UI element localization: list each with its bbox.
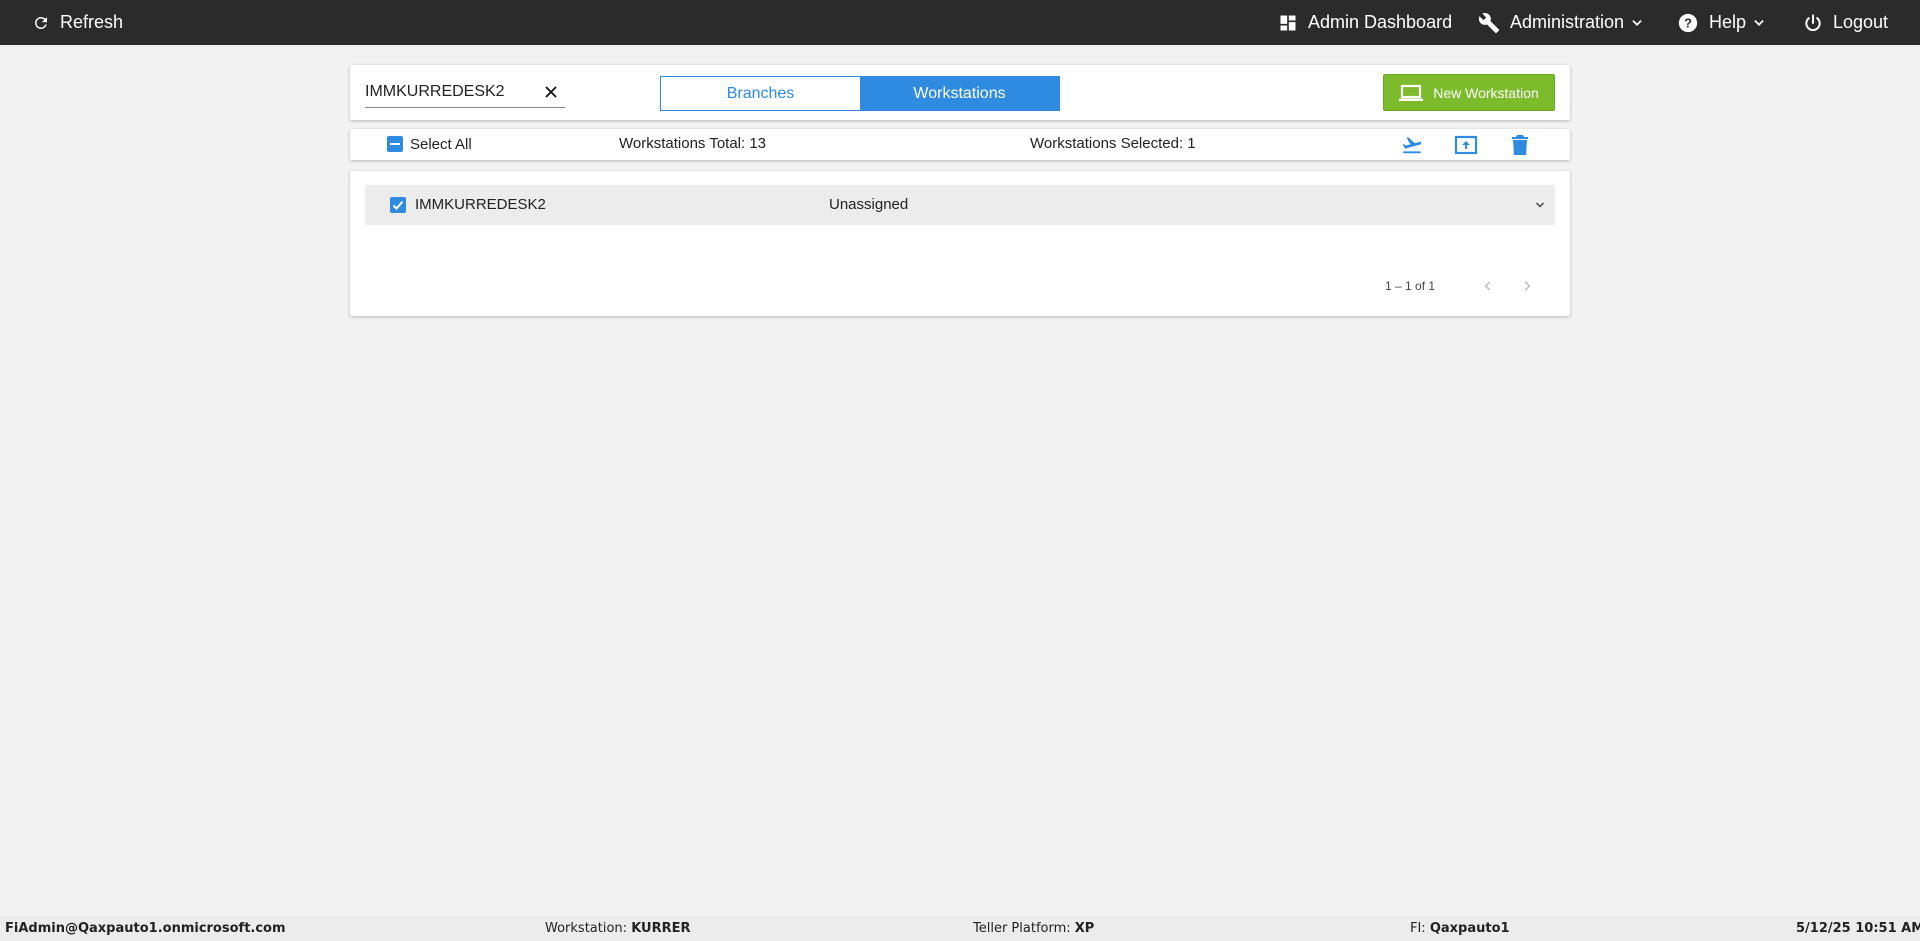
footer-teller-platform-value: XP <box>1074 921 1095 936</box>
new-workstation-label: New Workstation <box>1433 84 1539 101</box>
administration-label: Administration <box>1510 12 1625 32</box>
check-icon <box>392 200 404 210</box>
new-workstation-button[interactable]: New Workstation <box>1383 74 1555 111</box>
laptop-icon <box>1399 84 1424 101</box>
wrench-icon <box>1478 12 1500 33</box>
help-icon: ? <box>1678 13 1698 32</box>
tab-branches[interactable]: Branches <box>661 77 860 110</box>
chevron-down-icon <box>1754 19 1764 26</box>
admin-dashboard-link[interactable]: Admin Dashboard <box>1278 0 1452 45</box>
select-all-checkbox[interactable] <box>387 136 403 152</box>
administration-menu[interactable]: Administration <box>1478 0 1654 45</box>
top-navigation-bar: Refresh Admin Dashboard Administration ?… <box>0 0 1920 45</box>
dashboard-icon <box>1280 15 1296 30</box>
selection-bar: Select All Workstations Total: 13 Workst… <box>350 129 1570 160</box>
footer-workstation-label: Workstation: <box>545 921 628 936</box>
clear-search-button[interactable] <box>541 82 561 102</box>
expand-row-button[interactable] <box>1530 195 1550 215</box>
previous-page-button[interactable] <box>1477 275 1499 297</box>
chevron-down-icon <box>1535 202 1545 208</box>
table-row[interactable]: IMMKURREDESK2 Unassigned <box>365 185 1555 225</box>
close-icon <box>545 86 557 98</box>
footer-teller-platform-label: Teller Platform: <box>973 921 1071 936</box>
row-checkbox[interactable] <box>390 197 406 213</box>
search-input[interactable] <box>365 78 535 106</box>
next-page-button[interactable] <box>1516 275 1538 297</box>
logout-label: Logout <box>1833 12 1889 32</box>
indeterminate-icon <box>390 143 400 145</box>
workstation-name: IMMKURREDESK2 <box>415 196 546 213</box>
footer-fi-value: Qaxpauto1 <box>1429 921 1510 936</box>
refresh-label: Refresh <box>60 12 124 32</box>
help-menu[interactable]: ? Help <box>1677 0 1776 45</box>
delete-workstation-button[interactable] <box>1508 133 1532 157</box>
footer-workstation: Workstation: KURRER <box>545 921 691 936</box>
footer-workstation-value: KURRER <box>631 921 691 936</box>
search-toolbar-card: Branches Workstations New Workstation <box>350 65 1570 120</box>
paginator-range: 1 – 1 of 1 <box>1385 279 1436 293</box>
footer-fi: FI: Qaxpauto1 <box>1410 921 1510 936</box>
refresh-button[interactable]: Refresh <box>32 0 123 45</box>
footer-datetime: 5/12/25 10:51 AM <box>1796 921 1920 936</box>
footer-user: FiAdmin@Qaxpauto1.onmicrosoft.com <box>5 921 286 936</box>
trash-icon <box>1512 135 1528 155</box>
select-all-label: Select All <box>410 136 472 153</box>
workstation-list-card: IMMKURREDESK2 Unassigned 1 – 1 of 1 <box>350 171 1570 316</box>
tab-workstations[interactable]: Workstations <box>860 77 1059 110</box>
chevron-right-icon <box>1524 281 1531 291</box>
power-icon <box>1805 14 1821 31</box>
move-workstation-button[interactable] <box>1400 133 1424 157</box>
footer-teller-platform: Teller Platform: XP <box>973 921 1094 936</box>
upload-workstation-button[interactable] <box>1454 133 1478 157</box>
plane-icon <box>1402 137 1422 154</box>
workstations-selected: Workstations Selected: 1 <box>1030 135 1196 152</box>
search-field-wrapper <box>365 78 565 108</box>
chevron-left-icon <box>1484 281 1491 291</box>
admin-dashboard-label: Admin Dashboard <box>1308 12 1453 32</box>
refresh-icon <box>34 16 47 29</box>
upload-icon <box>1454 135 1478 155</box>
chevron-down-icon <box>1632 19 1642 26</box>
footer-fi-label: FI: <box>1410 921 1426 936</box>
workstations-total: Workstations Total: 13 <box>619 135 767 152</box>
svg-text:?: ? <box>1684 15 1692 30</box>
view-toggle: Branches Workstations <box>660 76 1060 111</box>
status-footer: FiAdmin@Qaxpauto1.onmicrosoft.com Workst… <box>0 916 1920 941</box>
help-label: Help <box>1709 12 1747 32</box>
logout-button[interactable]: Logout <box>1803 0 1888 45</box>
workstation-status: Unassigned <box>829 196 909 213</box>
